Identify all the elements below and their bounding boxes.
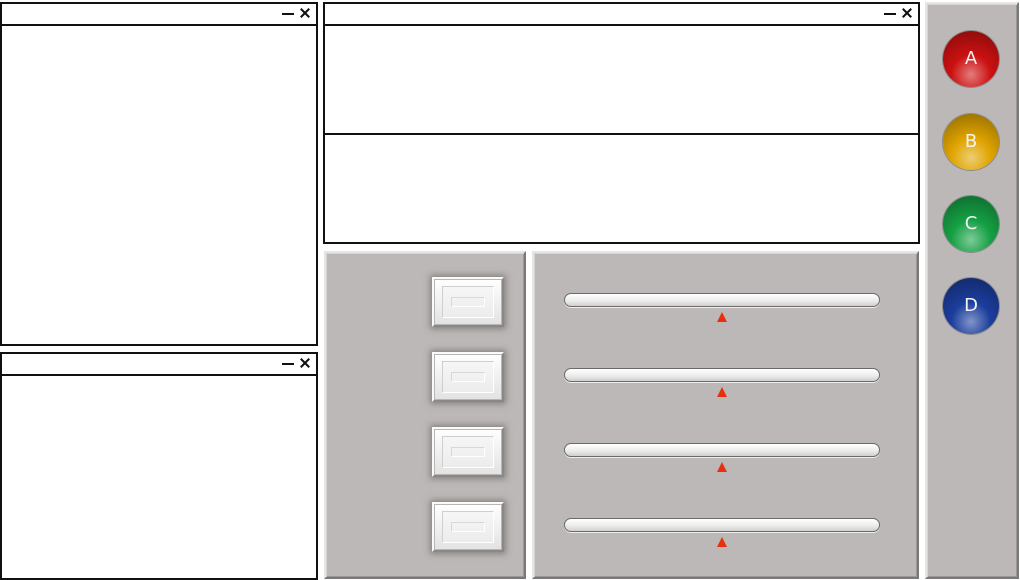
circle-button-label: B bbox=[964, 130, 978, 152]
square-button-4[interactable] bbox=[432, 502, 504, 552]
circle-button-label: D bbox=[964, 294, 978, 316]
slider-4[interactable] bbox=[564, 518, 880, 552]
square-button-3[interactable] bbox=[432, 427, 504, 477]
left-bottom-window bbox=[0, 352, 318, 580]
circle-button-label: A bbox=[964, 47, 978, 69]
slider-track[interactable] bbox=[564, 518, 880, 532]
circle-button-d[interactable]: D bbox=[943, 278, 999, 334]
window-titlebar[interactable] bbox=[2, 354, 316, 376]
minimize-icon[interactable] bbox=[281, 355, 295, 371]
slider-thumb[interactable] bbox=[717, 537, 727, 547]
slider-track[interactable] bbox=[564, 443, 880, 457]
slider-2[interactable] bbox=[564, 368, 880, 402]
circle-button-b[interactable]: B bbox=[943, 114, 999, 170]
slider-track[interactable] bbox=[564, 368, 880, 382]
close-icon[interactable] bbox=[298, 355, 312, 371]
circle-button-label: C bbox=[964, 212, 978, 234]
slider-track[interactable] bbox=[564, 293, 880, 307]
top-center-window bbox=[323, 2, 920, 244]
window-titlebar[interactable] bbox=[2, 4, 316, 26]
slider-thumb[interactable] bbox=[717, 462, 727, 472]
circle-button-c[interactable]: C bbox=[943, 196, 999, 252]
slider-thumb[interactable] bbox=[717, 387, 727, 397]
slider-panel bbox=[532, 251, 919, 579]
close-icon[interactable] bbox=[900, 5, 914, 21]
left-top-window bbox=[0, 2, 318, 346]
minimize-icon[interactable] bbox=[281, 5, 295, 21]
pane-divider bbox=[325, 133, 918, 135]
circle-button-a[interactable]: A bbox=[943, 31, 999, 87]
circle-button-panel: A B C D bbox=[925, 2, 1019, 579]
slider-thumb[interactable] bbox=[717, 312, 727, 322]
button-panel bbox=[324, 251, 526, 579]
slider-1[interactable] bbox=[564, 293, 880, 327]
square-button-1[interactable] bbox=[432, 277, 504, 327]
window-titlebar[interactable] bbox=[325, 4, 918, 26]
slider-3[interactable] bbox=[564, 443, 880, 477]
close-icon[interactable] bbox=[298, 5, 312, 21]
minimize-icon[interactable] bbox=[883, 5, 897, 21]
square-button-2[interactable] bbox=[432, 352, 504, 402]
window-content bbox=[325, 26, 918, 242]
